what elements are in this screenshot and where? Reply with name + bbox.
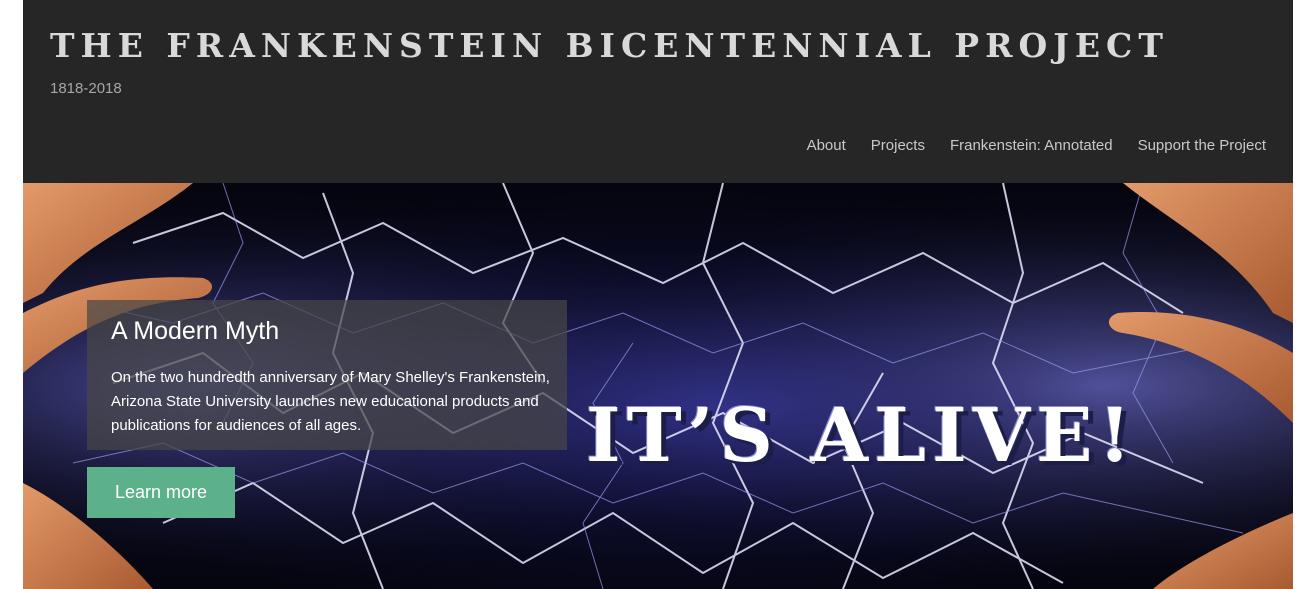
hero-image-text: IT’S ALIVE! bbox=[586, 393, 1138, 479]
hero-caption-title: A Modern Myth bbox=[111, 317, 280, 345]
nav-item-about[interactable]: About bbox=[807, 137, 846, 154]
site-page: THE FRANKENSTEIN BICENTENNIAL PROJECT 18… bbox=[23, 0, 1293, 589]
nav-item-support-the-project[interactable]: Support the Project bbox=[1138, 137, 1266, 154]
site-title[interactable]: THE FRANKENSTEIN BICENTENNIAL PROJECT bbox=[50, 26, 1169, 65]
nav-item-projects[interactable]: Projects bbox=[871, 137, 925, 154]
nav-item-frankenstein-annotated[interactable]: Frankenstein: Annotated bbox=[950, 137, 1113, 154]
hero-banner: A Modern Myth On the two hundredth anniv… bbox=[23, 183, 1293, 589]
learn-more-button[interactable]: Learn more bbox=[87, 467, 235, 518]
page-gutter bbox=[0, 0, 23, 589]
site-tagline: 1818-2018 bbox=[50, 80, 122, 97]
hero-caption-text: On the two hundredth anniversary of Mary… bbox=[111, 369, 550, 434]
main-navigation: About Projects Frankenstein: Annotated S… bbox=[807, 137, 1266, 154]
